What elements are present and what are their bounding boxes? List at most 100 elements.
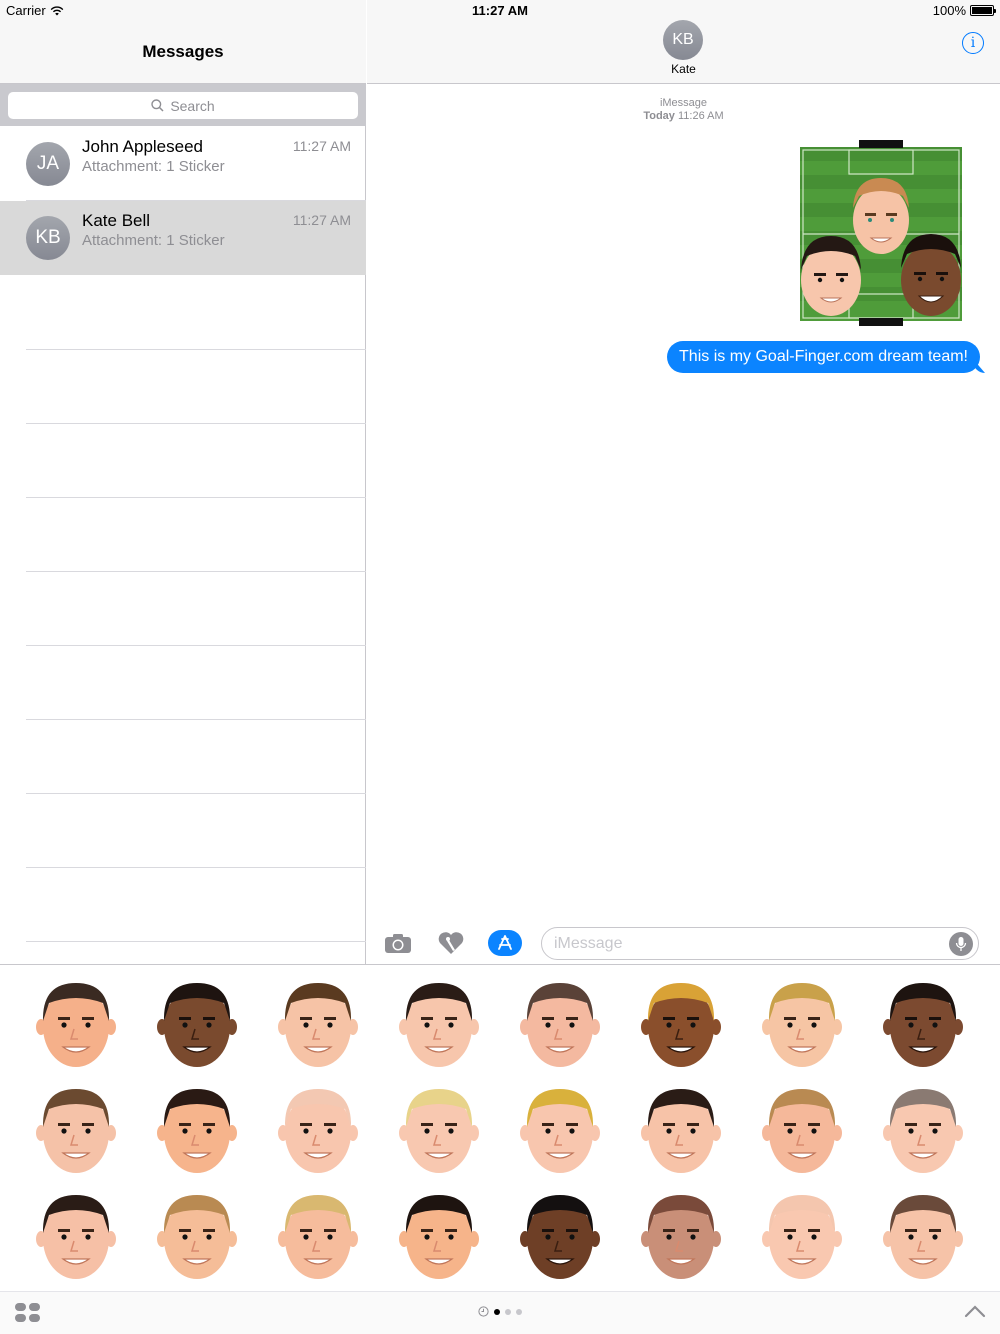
player-sticker[interactable]	[873, 1187, 973, 1287]
player-face-icon	[762, 983, 842, 1067]
player-face-sticker	[853, 178, 909, 254]
player-face-icon	[399, 983, 479, 1067]
recents-icon[interactable]	[478, 1306, 489, 1317]
player-face-icon	[399, 1195, 479, 1279]
player-face-icon	[883, 1195, 963, 1279]
chevron-up-icon[interactable]	[964, 1304, 986, 1318]
player-sticker[interactable]	[26, 1187, 126, 1287]
conversation-item-selected[interactable]: KB Kate Bell Attachment: 1 Sticker 11:27…	[0, 201, 366, 275]
player-sticker[interactable]	[510, 1187, 610, 1287]
sent-message-bubble[interactable]: This is my Goal-Finger.com dream team!	[667, 341, 980, 373]
player-face-icon	[762, 1195, 842, 1279]
player-face-icon	[641, 983, 721, 1067]
app-drawer-icon[interactable]	[14, 1302, 42, 1324]
player-sticker[interactable]	[752, 975, 852, 1075]
player-face-icon	[520, 1089, 600, 1173]
player-sticker[interactable]	[147, 1187, 247, 1287]
divider	[26, 941, 366, 942]
conversation-time: 11:27 AM	[292, 138, 351, 154]
player-face-icon	[278, 983, 358, 1067]
player-face-icon	[641, 1195, 721, 1279]
contact-name[interactable]: Kate	[367, 62, 1000, 76]
search-input[interactable]: Search	[8, 92, 358, 119]
microphone-icon[interactable]	[949, 932, 973, 956]
player-face-sticker	[901, 234, 961, 316]
player-sticker[interactable]	[752, 1081, 852, 1181]
player-sticker[interactable]	[389, 1081, 489, 1181]
player-face-icon	[157, 983, 237, 1067]
page-dot[interactable]	[505, 1308, 511, 1315]
conversation-name: John Appleseed	[82, 137, 203, 156]
imessage-screen: Carrier 11:27 AM 100% Messages Search JA…	[0, 0, 1000, 1334]
player-sticker[interactable]	[26, 1081, 126, 1181]
player-sticker[interactable]	[147, 975, 247, 1075]
player-face-icon	[520, 1195, 600, 1279]
player-face-icon	[157, 1089, 237, 1173]
battery-icon	[970, 5, 996, 16]
page-dot[interactable]	[494, 1308, 500, 1315]
player-sticker[interactable]	[631, 1187, 731, 1287]
player-sticker[interactable]	[631, 1081, 731, 1181]
divider	[26, 793, 366, 794]
timestamp-day: Today	[643, 110, 675, 122]
app-store-icon[interactable]	[488, 930, 522, 956]
conversation-list-pane: Messages Search JA John Appleseed Attach…	[0, 0, 366, 964]
player-sticker[interactable]	[873, 975, 973, 1075]
player-face-icon	[157, 1195, 237, 1279]
player-face-icon	[36, 1195, 116, 1279]
battery-area: 100%	[933, 3, 996, 18]
player-sticker[interactable]	[389, 1187, 489, 1287]
player-face-icon	[883, 1089, 963, 1173]
message-input[interactable]: iMessage	[541, 927, 979, 960]
player-face-icon	[36, 1089, 116, 1173]
timestamp-time: 11:26 AM	[677, 110, 724, 122]
conversation-time: 11:27 AM	[292, 212, 351, 228]
player-sticker[interactable]	[510, 975, 610, 1075]
sticker-drawer	[0, 964, 1000, 1334]
digital-touch-icon[interactable]	[436, 930, 466, 956]
player-sticker[interactable]	[631, 975, 731, 1075]
message-timestamp: iMessage Today 11:26 AM	[367, 97, 1000, 123]
player-sticker[interactable]	[510, 1081, 610, 1181]
player-sticker[interactable]	[26, 975, 126, 1075]
player-sticker[interactable]	[268, 975, 368, 1075]
player-sticker[interactable]	[268, 1081, 368, 1181]
divider	[26, 867, 366, 868]
conversation-preview: Attachment: 1 Sticker	[82, 232, 225, 249]
player-face-icon	[883, 983, 963, 1067]
message-composer: iMessage	[367, 924, 1000, 964]
player-face-icon	[399, 1089, 479, 1173]
conversation-item[interactable]: JA John Appleseed Attachment: 1 Sticker …	[0, 127, 366, 201]
player-sticker[interactable]	[389, 975, 489, 1075]
conversation-pane: KB Kate i iMessage Today 11:26 AM This i…	[367, 0, 1000, 964]
divider	[26, 645, 366, 646]
conversation-name: Kate Bell	[82, 211, 151, 230]
sticker-grid	[0, 965, 1000, 1291]
page-dot[interactable]	[516, 1308, 522, 1315]
player-face-icon	[641, 1089, 721, 1173]
player-face-icon	[762, 1089, 842, 1173]
player-face-icon	[278, 1195, 358, 1279]
player-sticker[interactable]	[147, 1081, 247, 1181]
divider	[26, 571, 366, 572]
divider	[26, 719, 366, 720]
search-icon	[151, 99, 164, 112]
conversation-preview: Attachment: 1 Sticker	[82, 158, 225, 175]
search-placeholder: Search	[170, 97, 215, 114]
player-sticker[interactable]	[268, 1187, 368, 1287]
player-face-icon	[520, 983, 600, 1067]
player-sticker[interactable]	[752, 1187, 852, 1287]
message-placeholder: iMessage	[554, 935, 623, 952]
search-bar: Search	[0, 84, 366, 126]
contact-avatar[interactable]: KB	[663, 20, 703, 60]
status-bar: Carrier 11:27 AM 100%	[0, 0, 1000, 20]
camera-icon[interactable]	[383, 930, 413, 956]
info-icon[interactable]: i	[962, 32, 984, 54]
divider	[26, 349, 366, 350]
avatar: JA	[26, 142, 70, 186]
player-sticker[interactable]	[873, 1081, 973, 1181]
dream-team-sticker[interactable]	[797, 138, 965, 328]
sidebar-title: Messages	[142, 42, 224, 61]
page-indicator[interactable]	[478, 1306, 522, 1317]
drawer-bottom-bar	[0, 1291, 1000, 1334]
